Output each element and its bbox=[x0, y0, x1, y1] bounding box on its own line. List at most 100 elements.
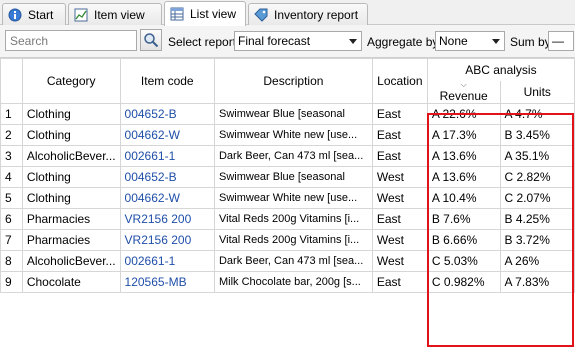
column-header-location[interactable]: Location bbox=[371, 58, 428, 104]
row-number: 9 bbox=[0, 270, 23, 293]
cell-item-code[interactable]: 002661-1 bbox=[119, 249, 215, 272]
cell-category: Pharmacies bbox=[21, 207, 121, 230]
table-row[interactable]: 2 Clothing 004662-W Swimwear White new [use… bbox=[0, 123, 575, 146]
cell-category: Chocolate bbox=[21, 270, 121, 293]
toolbar: Select report Final forecast Aggregate b… bbox=[0, 25, 575, 58]
column-header-revenue[interactable]: ⌵ Revenue bbox=[426, 80, 501, 104]
tab-inventory-report[interactable]: Inventory report bbox=[248, 3, 368, 25]
cell-item-code[interactable]: 002661-1 bbox=[119, 144, 215, 167]
cell-location: East bbox=[371, 144, 428, 167]
cell-revenue: A 17.3% bbox=[426, 123, 501, 146]
row-number: 5 bbox=[0, 186, 23, 209]
cell-category: Clothing bbox=[21, 186, 121, 209]
cell-category: Clothing bbox=[21, 123, 121, 146]
cell-description: Swimwear White new [use... bbox=[213, 186, 373, 209]
tab-label: Inventory report bbox=[274, 7, 359, 22]
cell-item-code[interactable]: 004662-W bbox=[119, 123, 215, 146]
row-number: 4 bbox=[0, 165, 23, 188]
cell-units: B 3.45% bbox=[499, 123, 575, 146]
cell-revenue: A 10.4% bbox=[426, 186, 501, 209]
tab-item-view[interactable]: Item view bbox=[68, 3, 162, 25]
cell-revenue: A 13.6% bbox=[426, 165, 501, 188]
search-button[interactable] bbox=[140, 29, 162, 51]
column-header-item-code[interactable]: Item code bbox=[119, 58, 215, 104]
list-grid: Category Item code Description Location … bbox=[0, 58, 575, 347]
cell-units: C 2.07% bbox=[499, 186, 575, 209]
cell-revenue: B 6.66% bbox=[426, 228, 501, 251]
data-table: Category Item code Description Location … bbox=[0, 58, 575, 293]
select-report-value: Final forecast bbox=[238, 34, 311, 48]
aggregate-by-label: Aggregate by bbox=[367, 35, 439, 49]
table-body: 1 Clothing 004652-B Swimwear Blue [seasonal… bbox=[0, 102, 575, 293]
cell-item-code[interactable]: 004662-W bbox=[119, 186, 215, 209]
aggregate-by-value: None bbox=[439, 34, 468, 48]
table-row[interactable]: 8 AlcoholicBever... 002661-1 Dark Beer, Can… bbox=[0, 249, 575, 272]
cell-location: East bbox=[371, 123, 428, 146]
table-row[interactable]: 9 Chocolate 120565-MB Milk Chocolate bar, 2… bbox=[0, 270, 575, 293]
row-number: 3 bbox=[0, 144, 23, 167]
table-row[interactable]: 6 Pharmacies VR2156 200 Vital Reds 200g Vit… bbox=[0, 207, 575, 230]
table-row[interactable]: 4 Clothing 004652-B Swimwear Blue [seasonal… bbox=[0, 165, 575, 188]
cell-location: West bbox=[371, 165, 428, 188]
search-icon bbox=[144, 33, 159, 48]
tab-label: Item view bbox=[94, 7, 145, 22]
cell-category: AlcoholicBever... bbox=[21, 249, 121, 272]
column-header-category[interactable]: Category bbox=[21, 58, 121, 104]
row-number-header[interactable] bbox=[0, 58, 23, 104]
chart-icon bbox=[74, 8, 88, 21]
row-number: 1 bbox=[0, 102, 23, 125]
aggregate-by-dropdown[interactable]: None bbox=[435, 31, 505, 51]
sum-by-label: Sum by bbox=[510, 35, 551, 49]
cell-item-code[interactable]: VR2156 200 bbox=[119, 228, 215, 251]
column-header-units[interactable]: Units bbox=[499, 80, 575, 104]
cell-revenue: C 0.982% bbox=[426, 270, 501, 293]
cell-description: Swimwear White new [use... bbox=[213, 123, 373, 146]
sort-descending-icon: ⌵ bbox=[460, 80, 467, 89]
select-report-label: Select report bbox=[168, 35, 237, 49]
cell-units: C 2.82% bbox=[499, 165, 575, 188]
cell-revenue: A 22.6% bbox=[426, 102, 501, 125]
cell-category: Pharmacies bbox=[21, 228, 121, 251]
cell-location: East bbox=[371, 207, 428, 230]
cell-units: B 4.25% bbox=[499, 207, 575, 230]
row-number: 2 bbox=[0, 123, 23, 146]
table-row[interactable]: 7 Pharmacies VR2156 200 Vital Reds 200g Vit… bbox=[0, 228, 575, 251]
cell-category: Clothing bbox=[21, 102, 121, 125]
cell-description: Swimwear Blue [seasonal bbox=[213, 165, 373, 188]
column-header-revenue-label: Revenue bbox=[439, 88, 488, 103]
search-input[interactable] bbox=[5, 30, 137, 51]
cell-revenue: A 13.6% bbox=[426, 144, 501, 167]
cell-category: Clothing bbox=[21, 165, 121, 188]
cell-description: Milk Chocolate bar, 200g [s... bbox=[213, 270, 373, 293]
column-header-description[interactable]: Description bbox=[213, 58, 373, 104]
cell-location: East bbox=[371, 102, 428, 125]
cell-location: East bbox=[371, 270, 428, 293]
cell-units: A 35.1% bbox=[499, 144, 575, 167]
tab-label: List view bbox=[190, 7, 237, 21]
cell-item-code[interactable]: 120565-MB bbox=[119, 270, 215, 293]
cell-location: West bbox=[371, 186, 428, 209]
table-row[interactable]: 5 Clothing 004662-W Swimwear White new [use… bbox=[0, 186, 575, 209]
tab-start[interactable]: Start bbox=[2, 3, 66, 25]
tag-icon bbox=[254, 8, 268, 22]
cell-description: Vital Reds 200g Vitamins [i... bbox=[213, 228, 373, 251]
cell-units: A 7.83% bbox=[499, 270, 575, 293]
cell-description: Dark Beer, Can 473 ml [sea... bbox=[213, 144, 373, 167]
sum-by-dropdown[interactable]: — bbox=[548, 31, 574, 51]
table-row[interactable]: 3 AlcoholicBever... 002661-1 Dark Beer, Can… bbox=[0, 144, 575, 167]
cell-item-code[interactable]: 004652-B bbox=[119, 165, 215, 188]
tab-label: Start bbox=[28, 7, 54, 22]
cell-units: A 4.7% bbox=[499, 102, 575, 125]
info-icon bbox=[8, 8, 22, 21]
cell-item-code[interactable]: VR2156 200 bbox=[119, 207, 215, 230]
table-row[interactable]: 1 Clothing 004652-B Swimwear Blue [seasonal… bbox=[0, 102, 575, 125]
chevron-down-icon bbox=[492, 39, 500, 44]
cell-item-code[interactable]: 004652-B bbox=[119, 102, 215, 125]
cell-category: AlcoholicBever... bbox=[21, 144, 121, 167]
select-report-dropdown[interactable]: Final forecast bbox=[234, 31, 362, 51]
cell-description: Vital Reds 200g Vitamins [i... bbox=[213, 207, 373, 230]
table-icon bbox=[170, 7, 184, 21]
cell-location: West bbox=[371, 228, 428, 251]
tab-list-view[interactable]: List view bbox=[164, 1, 246, 26]
column-group-abc-analysis: ABC analysis bbox=[426, 58, 575, 81]
